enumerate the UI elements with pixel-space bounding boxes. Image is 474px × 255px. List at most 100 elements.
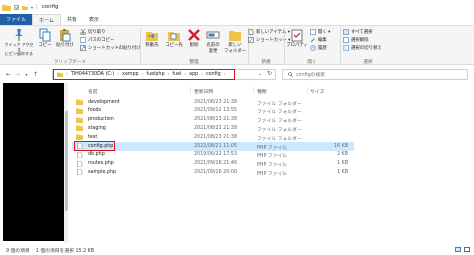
select-all-button[interactable]: すべて選択 bbox=[343, 29, 372, 35]
properties-label: プロパティ bbox=[286, 43, 308, 48]
breadcrumb-item-app[interactable]: app bbox=[189, 72, 198, 77]
breadcrumb-separator: › bbox=[117, 72, 120, 77]
copy-path-button[interactable]: パスのコピー bbox=[80, 37, 114, 43]
file-type: PHP ファイル bbox=[257, 163, 288, 169]
cut-button[interactable]: 切り取り bbox=[80, 29, 106, 35]
file-row[interactable]: routes.php 2021/09/16 21:46 PHP ファイル 1 KB bbox=[72, 160, 354, 169]
history-button[interactable]: 履歴 bbox=[310, 45, 327, 51]
address-bar[interactable]: › TIH044730DA (C:) › xampp › fuelphp › f… bbox=[52, 69, 276, 80]
column-divider[interactable] bbox=[253, 87, 254, 94]
file-date: 2021/09/16 20:00 bbox=[194, 169, 237, 175]
search-input[interactable]: configの検索 bbox=[282, 69, 468, 80]
qa-dropdown-icon[interactable]: ▾ bbox=[31, 5, 33, 10]
properties-icon[interactable] bbox=[14, 4, 19, 10]
php-file-icon bbox=[77, 151, 83, 158]
scrollbar-thumb[interactable] bbox=[64, 111, 68, 211]
column-header-date[interactable]: 更新日時 bbox=[194, 88, 213, 95]
tab-home[interactable]: ホーム bbox=[32, 14, 61, 25]
new-folder-icon[interactable] bbox=[22, 5, 28, 10]
forward-arrow-icon[interactable]: → bbox=[13, 71, 22, 78]
paste-button[interactable]: 貼り付け bbox=[56, 28, 74, 49]
open-group: プロパティ 開く ▾ 編集 履歴 開く bbox=[284, 26, 340, 66]
open-icon bbox=[310, 29, 316, 35]
breadcrumb-separator: › bbox=[66, 72, 68, 77]
file-date: 2021/09/16 21:46 bbox=[194, 161, 237, 167]
column-header-size[interactable]: サイズ bbox=[310, 88, 324, 95]
file-row[interactable]: sample.php 2021/09/16 20:00 PHP ファイル 1 KB bbox=[72, 168, 354, 177]
pin-icon bbox=[15, 29, 23, 41]
file-row[interactable]: production 2021/08/23 21:38 ファイル フォルダー bbox=[72, 116, 354, 124]
file-row[interactable]: foods 2021/09/12 13:55 ファイル フォルダー bbox=[72, 107, 354, 115]
back-arrow-icon[interactable]: ← bbox=[4, 71, 13, 78]
breadcrumb-separator: › bbox=[141, 72, 144, 77]
breadcrumb-item-config[interactable]: config bbox=[206, 72, 221, 77]
address-dropdown-icon[interactable]: ⌄ bbox=[258, 71, 262, 77]
breadcrumb-item-fuelphp[interactable]: fuelphp bbox=[146, 72, 164, 77]
invert-selection-button[interactable]: 選択の切り替え bbox=[343, 45, 382, 51]
ribbon-tabs: ファイル ホーム 共有 表示 bbox=[0, 14, 474, 25]
file-row[interactable]: config.php 2022/08/21 11:05 PHP ファイル 16 KB bbox=[72, 141, 354, 151]
move-to-label: 移動先 bbox=[145, 43, 159, 48]
breadcrumb-item-xampp[interactable]: xampp bbox=[122, 72, 139, 77]
delete-button[interactable]: 削除 bbox=[186, 28, 202, 49]
select-none-button[interactable]: 選択解除 bbox=[343, 37, 369, 43]
file-name: development bbox=[88, 99, 120, 105]
breadcrumb-separator: › bbox=[167, 72, 170, 77]
details-view-icon[interactable] bbox=[455, 247, 461, 252]
refresh-icon[interactable]: ↻ bbox=[267, 70, 272, 77]
file-row[interactable]: development 2021/08/23 21:38 ファイル フォルダー bbox=[72, 98, 354, 107]
column-header-name[interactable]: 名前 bbox=[88, 88, 98, 95]
file-size: 1 KB bbox=[336, 169, 348, 175]
title-separator: | bbox=[36, 4, 38, 10]
tab-share[interactable]: 共有 bbox=[61, 14, 83, 25]
folder-icon bbox=[76, 125, 83, 132]
breadcrumb-separator: › bbox=[223, 72, 226, 77]
ribbon: クイック アクセス にピン留めする コピー 貼り付け 切り取り パスのコピー シ… bbox=[0, 25, 474, 65]
recent-dropdown-icon[interactable]: ▾ bbox=[22, 72, 31, 77]
copy-button[interactable]: コピー bbox=[38, 28, 52, 49]
folder-icon bbox=[76, 117, 83, 123]
new-folder-button[interactable]: 新しい フォルダー bbox=[224, 28, 246, 54]
column-divider[interactable] bbox=[307, 87, 308, 94]
pin-quick-access-button[interactable]: クイック アクセス にピン留めする bbox=[4, 28, 34, 57]
large-icons-view-icon[interactable] bbox=[464, 247, 470, 252]
file-row[interactable]: staging 2021/08/23 21:38 ファイル フォルダー bbox=[72, 124, 354, 133]
select-all-icon bbox=[343, 29, 349, 35]
properties-button[interactable]: プロパティ bbox=[286, 28, 308, 49]
file-size: 16 KB bbox=[333, 143, 348, 149]
open-button[interactable]: 開く ▾ bbox=[310, 29, 330, 35]
file-date: 2021/08/23 21:38 bbox=[194, 99, 237, 105]
file-date: 2021/09/12 13:55 bbox=[194, 108, 237, 114]
delete-icon bbox=[188, 29, 200, 41]
breadcrumb-item-drive[interactable]: TIH044730DA (C:) bbox=[71, 72, 114, 77]
rename-button[interactable]: 名前の 変更 bbox=[204, 28, 222, 54]
select-all-label: すべて選択 bbox=[351, 30, 373, 35]
file-list: 名前 更新日時 種類 サイズ development 2021/08/23 21:… bbox=[72, 83, 474, 245]
tab-file[interactable]: ファイル bbox=[0, 14, 33, 25]
breadcrumb-separator: › bbox=[184, 72, 187, 77]
column-header-type[interactable]: 種類 bbox=[257, 88, 267, 95]
edit-button[interactable]: 編集 bbox=[310, 37, 327, 43]
search-icon bbox=[288, 72, 293, 77]
tab-view[interactable]: 表示 bbox=[83, 14, 105, 25]
column-divider[interactable] bbox=[190, 87, 191, 94]
move-to-button[interactable]: 移動先 bbox=[142, 28, 162, 49]
file-date: 2021/08/23 21:38 bbox=[194, 125, 237, 131]
navigation-scrollbar[interactable] bbox=[64, 83, 68, 243]
copy-path-label: パスのコピー bbox=[88, 38, 115, 43]
folder-icon bbox=[76, 134, 83, 141]
file-row[interactable]: db.php 2019/06/22 17:53 PHP ファイル 2 KB bbox=[72, 151, 354, 159]
folder-icon bbox=[2, 4, 11, 11]
paste-shortcut-button[interactable]: ショートカットの貼り付け bbox=[80, 45, 141, 51]
invert-selection-icon bbox=[343, 45, 349, 51]
properties-icon bbox=[291, 29, 303, 42]
copy-to-button[interactable]: コピー先 bbox=[164, 28, 184, 49]
copy-path-icon bbox=[80, 37, 86, 43]
file-name: db.php bbox=[88, 152, 105, 158]
cut-label: 切り取り bbox=[88, 30, 106, 35]
file-size: 1 KB bbox=[336, 161, 348, 167]
up-arrow-icon[interactable]: ↑ bbox=[31, 71, 40, 78]
breadcrumb-item-fuel[interactable]: fuel bbox=[172, 72, 181, 77]
edit-label: 編集 bbox=[318, 38, 327, 43]
scissors-icon bbox=[80, 29, 86, 35]
